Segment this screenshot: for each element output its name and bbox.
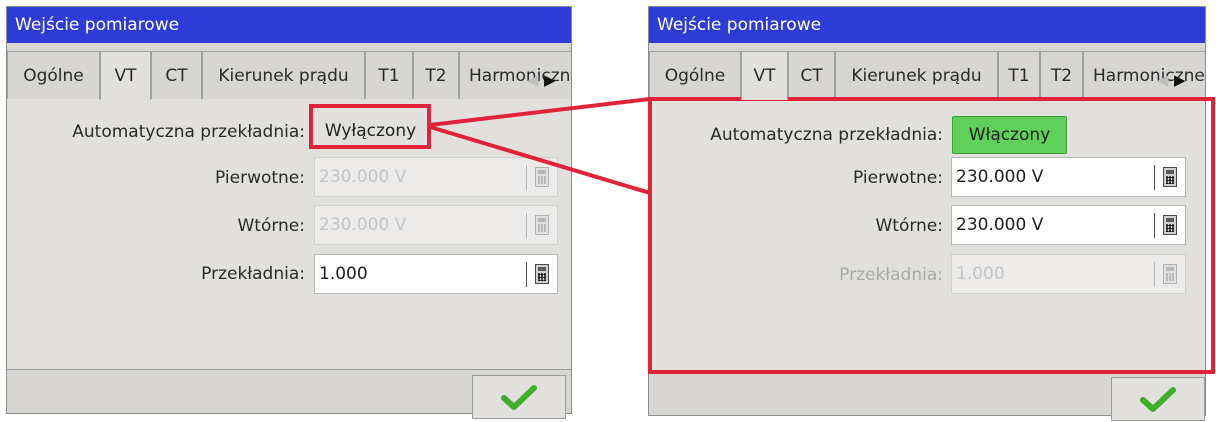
scroll-right-icon[interactable]: ▶ (544, 71, 556, 89)
callout-connector-lines (429, 97, 651, 195)
callout-line-bottom (429, 125, 651, 195)
scroll-right-icon[interactable]: ▶ (1174, 71, 1186, 89)
tab-vt[interactable]: VT (741, 51, 788, 100)
callout-line-top (429, 97, 651, 127)
scroll-left-icon[interactable]: ◀ (527, 71, 539, 89)
scroll-left-icon[interactable]: ◀ (1157, 71, 1169, 89)
tab-vt[interactable]: VT (100, 51, 151, 100)
